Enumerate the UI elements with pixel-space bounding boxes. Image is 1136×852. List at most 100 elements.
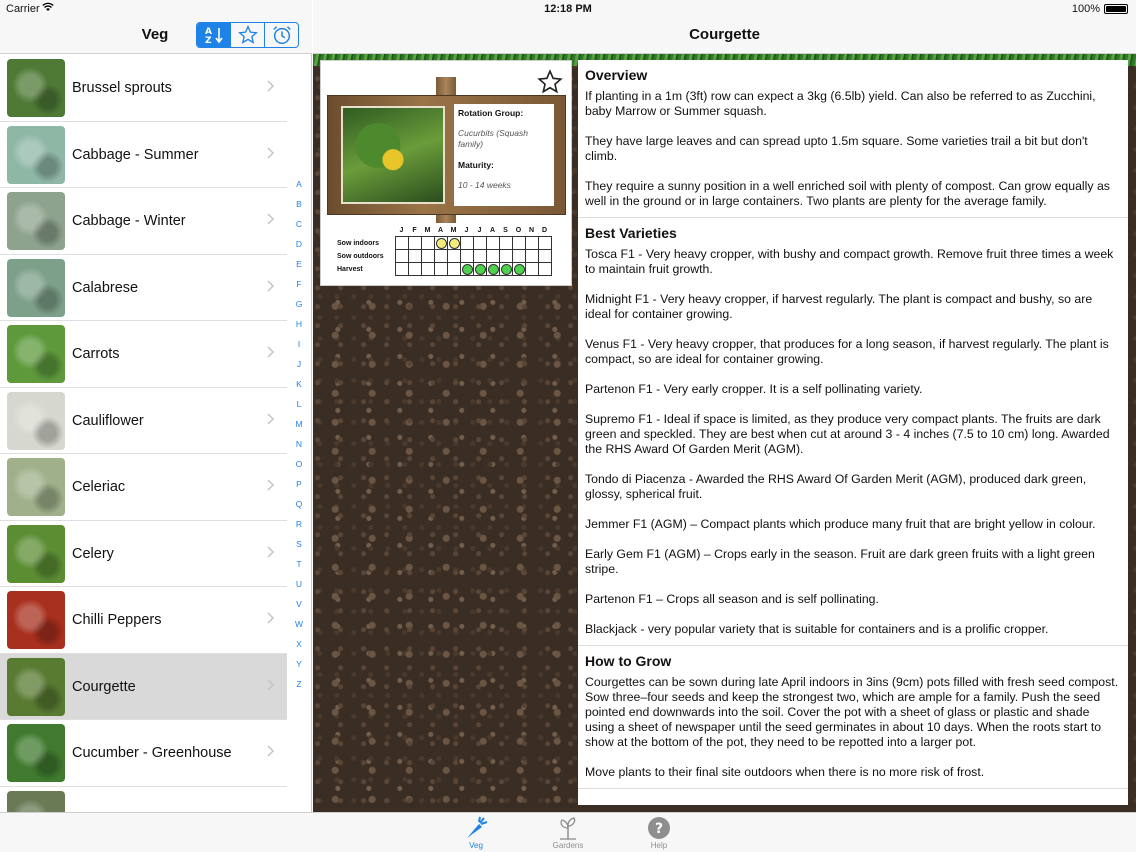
calendar-cell bbox=[396, 237, 409, 250]
alphabet-index-letter[interactable]: W bbox=[290, 618, 308, 638]
calendar-cell bbox=[435, 237, 448, 250]
tab-help[interactable]: ? Help bbox=[629, 815, 689, 852]
veg-list-label: Cauliflower bbox=[72, 412, 144, 429]
calendar-cell bbox=[500, 237, 513, 250]
alphabet-index-letter[interactable]: N bbox=[290, 438, 308, 458]
veg-list-row[interactable]: Cabbage - Summer bbox=[0, 122, 287, 188]
alphabet-index-letter[interactable]: J bbox=[290, 358, 308, 378]
alphabet-index-letter[interactable]: X bbox=[290, 638, 308, 658]
section-heading: Overview bbox=[585, 67, 648, 83]
alphabet-index-letter[interactable]: V bbox=[290, 598, 308, 618]
help-icon: ? bbox=[648, 817, 670, 839]
calendar-month: J bbox=[399, 227, 404, 234]
veg-list: Brussel sprouts Cabbage - Summer Cabbage -… bbox=[0, 55, 287, 812]
favourites-filter-button[interactable] bbox=[230, 23, 264, 47]
alphabet-index-letter[interactable]: A bbox=[290, 178, 308, 198]
veg-list-row[interactable]: Celeriac bbox=[0, 454, 287, 521]
veg-list-row[interactable]: Chilli Peppers bbox=[0, 587, 287, 654]
sort-az-button[interactable]: A Z bbox=[197, 23, 230, 47]
alphabet-index-letter[interactable]: K bbox=[290, 378, 308, 398]
veg-thumbnail bbox=[7, 458, 65, 516]
veg-list-row[interactable]: Cabbage - Winter bbox=[0, 188, 287, 255]
calendar-cell bbox=[461, 263, 474, 276]
alphabet-index-letter[interactable]: E bbox=[290, 258, 308, 278]
alphabet-index-letter[interactable]: D bbox=[290, 238, 308, 258]
alphabet-index-letter[interactable]: L bbox=[290, 398, 308, 418]
sort-filter-segmented-control: A Z bbox=[196, 22, 299, 48]
section-overview: Overview If planting in a 1m (3ft) row ca… bbox=[578, 60, 1128, 218]
veg-list-label: Cucumber - Greenhouse bbox=[72, 745, 232, 761]
seedling-icon bbox=[560, 817, 576, 840]
veg-list-row[interactable]: Brussel sprouts bbox=[0, 55, 287, 122]
veg-list-row[interactable]: Calabrese bbox=[0, 255, 287, 321]
veg-list-row[interactable]: Celery bbox=[0, 521, 287, 587]
calendar-cell bbox=[487, 263, 500, 276]
star-outline-icon bbox=[537, 69, 563, 94]
alphabet-index-letter[interactable]: T bbox=[290, 558, 308, 578]
tab-gardens[interactable]: Gardens bbox=[538, 815, 598, 852]
veg-list-row[interactable]: Cucumber - Greenhouse bbox=[0, 720, 287, 787]
calendar-cell bbox=[500, 263, 513, 276]
veg-list-label: Carrots bbox=[72, 346, 120, 362]
alphabet-index-letter[interactable]: Z bbox=[290, 678, 308, 698]
calendar-cell bbox=[539, 263, 552, 276]
calendar-cell bbox=[448, 263, 461, 276]
reminders-filter-button[interactable] bbox=[264, 23, 298, 47]
alphabet-index-letter[interactable]: Y bbox=[290, 658, 308, 678]
favourite-star-button[interactable] bbox=[537, 69, 563, 100]
section-paragraph: Courgettes can be sown during late April… bbox=[585, 675, 1119, 749]
alphabet-index-letter[interactable]: B bbox=[290, 198, 308, 218]
alphabet-index-letter[interactable]: F bbox=[290, 278, 308, 298]
veg-list-row[interactable] bbox=[0, 787, 287, 812]
alphabet-index-letter[interactable]: O bbox=[290, 458, 308, 478]
calendar-cell bbox=[461, 250, 474, 263]
veg-list-row[interactable]: Courgette bbox=[0, 653, 287, 720]
tab-veg-label: Veg bbox=[469, 841, 483, 850]
veg-thumbnail bbox=[7, 591, 65, 649]
alphabet-index-letter[interactable]: H bbox=[290, 318, 308, 338]
veg-thumbnail bbox=[7, 192, 65, 250]
calendar-cell bbox=[513, 250, 526, 263]
calendar-cell bbox=[448, 237, 461, 250]
alphabet-index-letter[interactable]: P bbox=[290, 478, 308, 498]
section-paragraph: Midnight F1 - Very heavy cropper, if har… bbox=[585, 292, 1093, 321]
calendar-cell bbox=[500, 250, 513, 263]
calendar-cell bbox=[487, 237, 500, 250]
sign-board: Rotation Group: Cucurbits (Squash family… bbox=[327, 95, 566, 215]
calendar-cell bbox=[474, 263, 487, 276]
alphabet-index-letter[interactable]: M bbox=[290, 418, 308, 438]
battery-percent: 100% bbox=[1071, 3, 1100, 15]
section-heading: How to Grow bbox=[585, 653, 672, 669]
svg-text:?: ? bbox=[655, 821, 663, 837]
az-sort-icon: A Z bbox=[205, 27, 223, 45]
alphabet-index-letter[interactable]: G bbox=[290, 298, 308, 318]
alphabet-index-letter[interactable]: C bbox=[290, 218, 308, 238]
calendar-cell bbox=[487, 250, 500, 263]
chevron-right-icon bbox=[267, 279, 275, 292]
calendar-cell bbox=[422, 237, 435, 250]
alphabet-index-letter[interactable]: Q bbox=[290, 498, 308, 518]
calendar-cell bbox=[396, 250, 409, 263]
maturity-value: 10 - 14 weeks bbox=[458, 180, 511, 190]
veg-list-row[interactable]: Carrots bbox=[0, 321, 287, 388]
chevron-right-icon bbox=[267, 678, 275, 691]
tab-veg[interactable]: Veg bbox=[446, 815, 506, 852]
calendar-month: D bbox=[541, 227, 548, 234]
section-paragraph: Early Gem F1 (AGM) – Crops early in the … bbox=[585, 547, 1095, 576]
veg-thumbnail bbox=[7, 59, 65, 117]
veg-list-row[interactable]: Cauliflower bbox=[0, 388, 287, 454]
calendar-month: M bbox=[424, 227, 431, 234]
alphabet-index-letter[interactable]: R bbox=[290, 518, 308, 538]
battery-icon bbox=[1104, 4, 1128, 14]
alphabet-index-letter[interactable]: S bbox=[290, 538, 308, 558]
master-pane: Veg A Z Brussel sprouts Cabbage - Summer… bbox=[0, 0, 312, 812]
section-paragraph: They require a sunny position in a well … bbox=[585, 179, 1110, 208]
alphabet-index-letter[interactable]: I bbox=[290, 338, 308, 358]
section-paragraph: Partenon F1 – Crops all season and is se… bbox=[585, 592, 879, 606]
alphabet-index[interactable]: ABCDEFGHIJKLMNOPQRSTUVWXYZ bbox=[290, 178, 308, 698]
calendar-cell bbox=[513, 263, 526, 276]
alphabet-index-letter[interactable]: U bbox=[290, 578, 308, 598]
courgette-photo bbox=[341, 106, 445, 204]
section-paragraph: Partenon F1 - Very early cropper. It is … bbox=[585, 382, 923, 396]
veg-list-label: Courgette bbox=[72, 678, 136, 695]
